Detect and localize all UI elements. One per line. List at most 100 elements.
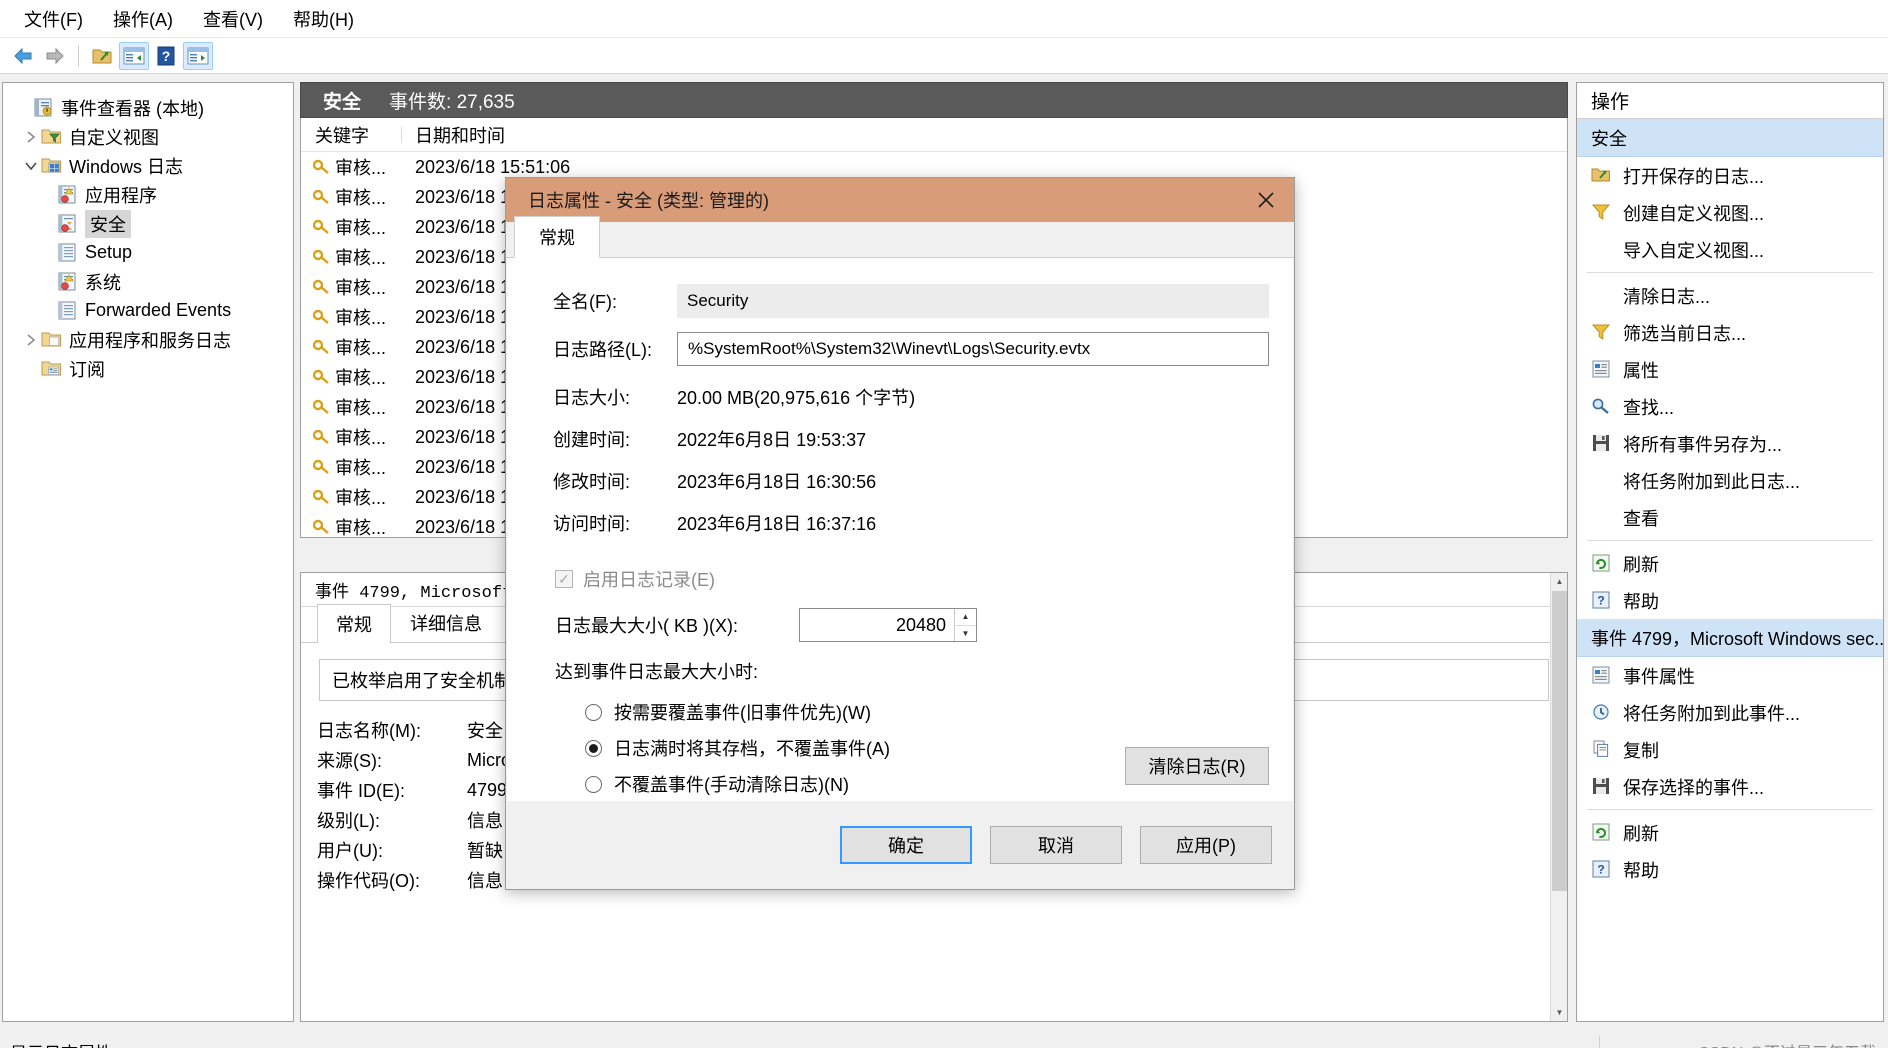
action-event-help[interactable]: ? 帮助 [1577,851,1883,888]
log-properties-dialog: 日志属性 - 安全 (类型: 管理的) 常规 全名(F): Security 日… [505,177,1295,890]
logpath-input[interactable]: %SystemRoot%\System32\Winevt\Logs\Securi… [677,332,1269,366]
dialog-footer: 确定 取消 应用(P) [506,801,1294,889]
scroll-thumb[interactable] [1552,591,1567,891]
action-copy[interactable]: 复制 [1577,731,1883,768]
status-message: 显示日志属性。 [0,1036,1600,1048]
maxsize-value[interactable]: 20480 [800,615,954,636]
actions-section-event: 事件 4799，Microsoft Windows sec... [1577,619,1883,657]
action-attach-task-to-log[interactable]: 将任务附加到此日志... [1577,462,1883,499]
event-keyword-cell: 审核... [301,214,401,240]
action-label: 导入自定义视图... [1623,240,1765,261]
show-pane-right-icon[interactable] [183,41,213,70]
twisty-collapsed-icon[interactable] [21,127,41,147]
watermark: CSDN @不过是三年五载 [1600,1039,1888,1048]
action-save-all-events[interactable]: 将所有事件另存为... [1577,425,1883,462]
tab-details[interactable]: 详细信息 [391,603,501,642]
created-value: 2022年6月8日 19:53:37 [677,430,867,450]
action-properties[interactable]: 属性 [1577,351,1883,388]
tree-item-application[interactable]: 应用程序 [3,180,293,209]
tree-item-security[interactable]: 安全 [3,209,293,238]
enable-logging-checkbox[interactable]: ✓ [555,570,573,588]
dialog-title-bar[interactable]: 日志属性 - 安全 (类型: 管理的) [506,178,1294,222]
tree-item-forwarded-events[interactable]: Forwarded Events [3,296,293,325]
twisty-collapsed-icon[interactable] [21,330,41,350]
menu-file[interactable]: 文件(F) [12,1,95,37]
column-header-datetime[interactable]: 日期和时间 [401,122,661,148]
action-label: 属性 [1623,360,1659,381]
tree-item-system[interactable]: 系统 [3,267,293,296]
scroll-up-icon[interactable]: ▲ [1551,573,1568,590]
cancel-button[interactable]: 取消 [990,826,1122,864]
action-filter-current-log[interactable]: 筛选当前日志... [1577,314,1883,351]
action-label: 复制 [1623,740,1659,761]
radio-button[interactable] [585,775,602,793]
refresh-icon [1591,554,1613,574]
action-refresh[interactable]: 刷新 [1577,545,1883,582]
show-pane-left-icon[interactable] [119,41,149,70]
tab-general[interactable]: 常规 [514,216,600,258]
filter-icon [1591,323,1613,343]
onmax-label: 达到事件日志最大大小时: [555,662,758,682]
dialog-body: 全名(F): Security 日志路径(L): %SystemRoot%\Sy… [507,258,1293,801]
open-folder-icon [1591,166,1613,186]
svg-text:?: ? [162,48,171,64]
tree-item-custom-views[interactable]: 自定义视图 [3,122,293,151]
action-clear-log[interactable]: 清除日志... [1577,277,1883,314]
events-column-header: 关键字 日期和时间 [301,118,1567,152]
ok-button[interactable]: 确定 [840,826,972,864]
action-create-custom-view[interactable]: 创建自定义视图... [1577,194,1883,231]
tree-item-windows-logs[interactable]: Windows 日志 [3,151,293,180]
field-label: 用户(U): [317,841,383,861]
close-icon[interactable] [1238,178,1294,222]
detail-scrollbar[interactable]: ▲ ▼ [1550,573,1567,1021]
divider [1587,809,1873,810]
menu-action[interactable]: 操作(A) [101,1,185,37]
scroll-down-icon[interactable]: ▼ [1551,1004,1568,1021]
tree-item-subscriptions[interactable]: 订阅 [3,354,293,383]
radio-overwrite-as-needed[interactable]: 按需要覆盖事件(旧事件优先)(W) [507,694,1293,730]
radio-button[interactable] [585,739,602,757]
menu-help[interactable]: 帮助(H) [281,1,366,37]
action-view[interactable]: 查看 [1577,499,1883,536]
apply-button[interactable]: 应用(P) [1140,826,1272,864]
field-value: 信息 [467,871,503,891]
main-content: 事件查看器 (本地) 自定义视图 Windows 日志 应用程序 安全 Setu… [0,74,1888,1036]
tree-item-setup[interactable]: Setup [3,238,293,267]
field-label: 操作代码(O): [317,871,420,891]
tree-item-app-and-service-logs[interactable]: 应用程序和服务日志 [3,325,293,354]
radio-label: 按需要覆盖事件(旧事件优先)(W) [614,703,871,723]
action-event-properties[interactable]: 事件属性 [1577,657,1883,694]
enable-logging-row[interactable]: ✓ 启用日志记录(E) [507,566,1293,592]
action-import-custom-view[interactable]: 导入自定义视图... [1577,231,1883,268]
twisty-expanded-icon[interactable] [21,156,41,176]
action-label: 事件属性 [1623,666,1695,687]
maxsize-stepper[interactable]: 20480 ▲ ▼ [799,608,977,642]
action-open-saved-log[interactable]: 打开保存的日志... [1577,157,1883,194]
tree-item-label: 应用程序和服务日志 [69,330,231,351]
action-label: 打开保存的日志... [1623,166,1765,187]
action-help[interactable]: ? 帮助 [1577,582,1883,619]
tab-general[interactable]: 常规 [317,604,391,643]
clear-log-button[interactable]: 清除日志(R) [1125,747,1269,785]
action-save-selected-events[interactable]: 保存选择的事件... [1577,768,1883,805]
back-arrow-icon[interactable] [8,42,38,70]
open-folder-icon[interactable] [87,42,117,70]
toolbar-separator [78,44,79,67]
stepper-down-icon[interactable]: ▼ [955,624,976,642]
action-event-refresh[interactable]: 刷新 [1577,814,1883,851]
menu-view[interactable]: 查看(V) [191,1,275,37]
forward-arrow-icon[interactable] [40,42,70,70]
filter-create-icon [1591,203,1613,223]
column-header-keyword[interactable]: 关键字 [301,122,401,148]
radio-button[interactable] [585,703,602,721]
action-attach-task-to-event[interactable]: 将任务附加到此事件... [1577,694,1883,731]
logsize-label: 日志大小: [553,388,631,408]
stepper-buttons[interactable]: ▲ ▼ [954,609,976,641]
help-icon[interactable]: ? [151,42,181,70]
action-find[interactable]: 查找... [1577,388,1883,425]
tree-item-label: Forwarded Events [85,300,232,320]
stepper-up-icon[interactable]: ▲ [955,609,976,625]
enable-logging-label: 启用日志记录(E) [583,570,715,590]
action-label: 筛选当前日志... [1623,323,1747,344]
tree-item-event-viewer[interactable]: 事件查看器 (本地) [3,93,293,122]
